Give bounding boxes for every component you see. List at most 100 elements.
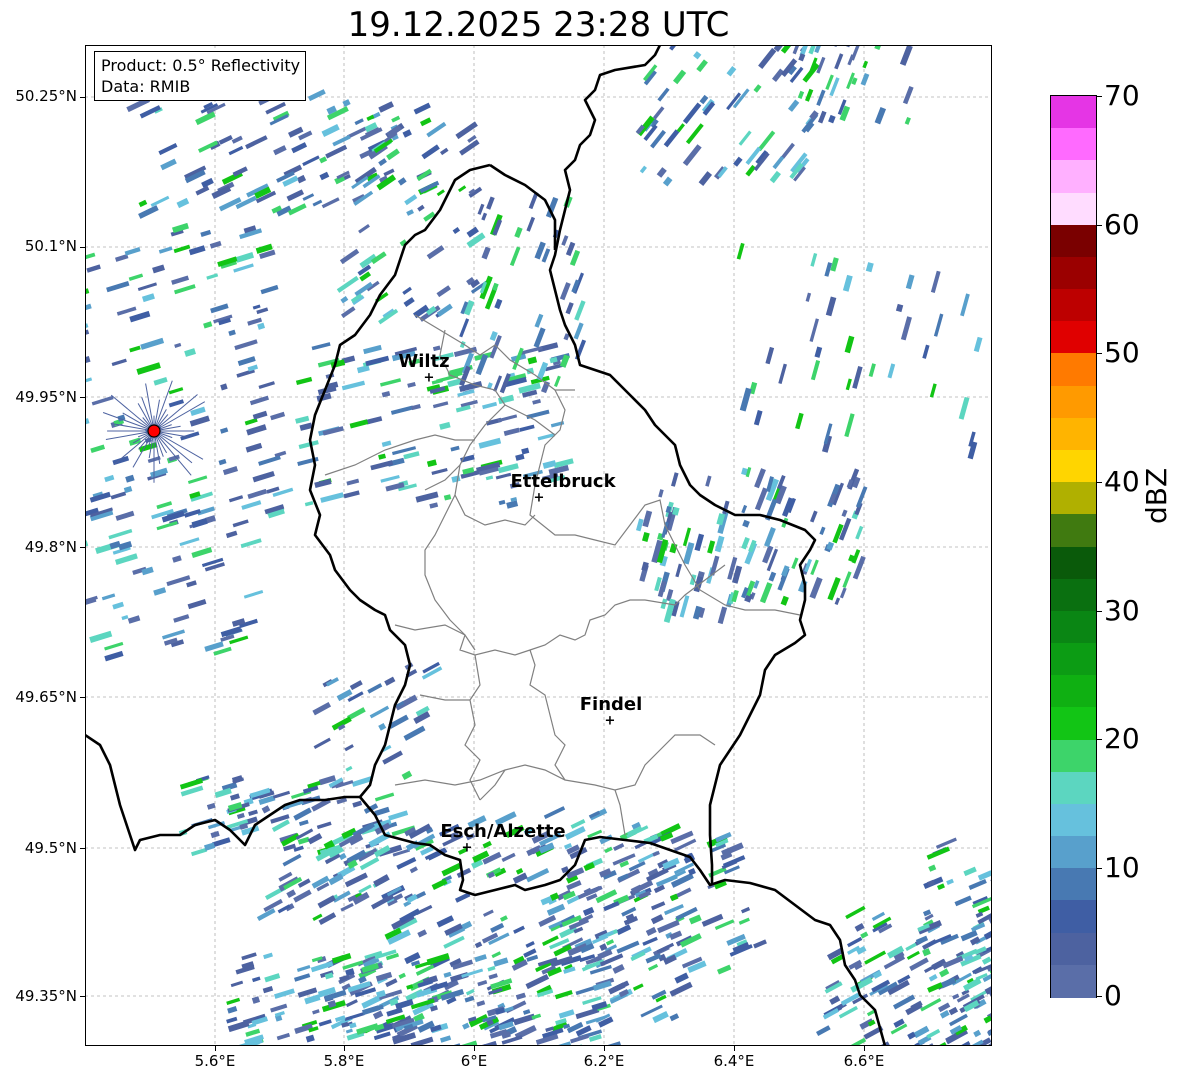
radar-echo-cell bbox=[158, 143, 178, 156]
radar-echo-cell bbox=[179, 537, 200, 547]
lat-label: 49.5°N bbox=[24, 839, 77, 857]
radar-echo-cell bbox=[173, 614, 190, 623]
radar-echo-cell bbox=[312, 701, 332, 716]
radar-echo-cell bbox=[443, 971, 452, 978]
radar-echo-cell bbox=[546, 903, 566, 916]
radar-echo-cell bbox=[406, 209, 414, 216]
city-label-findel: Findel bbox=[579, 694, 643, 715]
radar-echo-cell bbox=[403, 297, 415, 307]
radar-echo-cell bbox=[946, 878, 954, 885]
radar-echo-cell bbox=[514, 226, 523, 238]
radar-echo-cell bbox=[769, 170, 781, 184]
radar-echo-cell bbox=[121, 615, 129, 621]
radar-echo-cell bbox=[245, 442, 263, 453]
radar-echo-cell bbox=[349, 680, 363, 691]
radar-echo-cell bbox=[378, 308, 399, 325]
radar-echo-cell bbox=[778, 363, 787, 385]
radar-echo-cell bbox=[521, 447, 530, 455]
radar-echo-cell bbox=[736, 242, 745, 260]
radar-echo-cell bbox=[352, 800, 363, 808]
radar-echo-cell bbox=[657, 87, 670, 102]
radar-echo-cell bbox=[401, 770, 413, 780]
radar-echo-cell bbox=[173, 244, 191, 254]
radar-echo-cell bbox=[356, 364, 370, 374]
lat-label: 49.65°N bbox=[15, 688, 77, 706]
colorbar-tick bbox=[1096, 868, 1102, 869]
radar-echo-cell bbox=[206, 273, 219, 280]
product-label: Product: 0.5° Reflectivity bbox=[101, 56, 301, 75]
radar-echo-cell bbox=[758, 47, 777, 69]
radar-echo-cell bbox=[426, 459, 437, 468]
colorbar-segment bbox=[1051, 643, 1096, 676]
radar-echo-cell bbox=[189, 415, 210, 427]
radar-echo-cell bbox=[150, 195, 170, 207]
radar-echo-cell bbox=[256, 307, 269, 315]
radar-echo-cell bbox=[245, 1028, 261, 1037]
radar-echo-cell bbox=[293, 807, 312, 821]
radar-echo-cell bbox=[413, 102, 431, 115]
radar-map[interactable] bbox=[85, 45, 992, 1046]
radar-echo-cell bbox=[814, 346, 823, 358]
radar-echo-cell bbox=[662, 176, 673, 187]
radar-echo-cell bbox=[310, 961, 334, 973]
radar-echo-cell bbox=[682, 144, 702, 167]
radar-echo-cell bbox=[954, 895, 972, 907]
city-marker-esch-alzette: + bbox=[461, 840, 473, 856]
radar-echo-cell bbox=[443, 935, 465, 949]
radar-echo-cell bbox=[252, 410, 268, 420]
radar-echo-cell bbox=[464, 995, 475, 1003]
radar-echo-cell bbox=[929, 383, 937, 398]
radar-echo-cell bbox=[481, 246, 491, 260]
radar-echo-cell bbox=[753, 84, 762, 93]
radar-echo-cell bbox=[738, 917, 750, 925]
radar-echo-cell bbox=[525, 941, 535, 948]
radar-echo-cell bbox=[663, 129, 680, 148]
radar-echo-cell bbox=[252, 470, 275, 483]
radar-echo-cell bbox=[429, 502, 439, 509]
radar-echo-cell bbox=[153, 376, 168, 386]
colorbar-segment bbox=[1051, 289, 1096, 322]
radar-echo-cell bbox=[676, 123, 685, 133]
radar-echo-cell bbox=[142, 293, 155, 303]
map-title: 19.12.2025 23:28 UTC bbox=[347, 5, 730, 45]
radar-echo-cell bbox=[431, 878, 448, 890]
radar-echo-cell bbox=[417, 929, 428, 938]
radar-echo-cell bbox=[639, 165, 647, 174]
radar-echo-cell bbox=[85, 303, 92, 314]
radar-echo-cell bbox=[948, 1006, 959, 1016]
radar-echo-cell bbox=[759, 582, 773, 604]
radar-echo-cell bbox=[265, 101, 286, 115]
radar-echo-cell bbox=[436, 915, 455, 928]
lat-tick bbox=[80, 247, 85, 248]
radar-echo-cell bbox=[171, 275, 190, 285]
radar-echo-cell bbox=[127, 615, 141, 624]
radar-echo-cell bbox=[426, 121, 447, 138]
radar-echo-cell bbox=[928, 974, 938, 982]
radar-echo-cell bbox=[417, 204, 425, 212]
radar-echo-cell bbox=[272, 790, 291, 799]
radar-echo-cell bbox=[515, 868, 524, 875]
radar-echo-cell bbox=[832, 45, 842, 47]
radar-echo-cell bbox=[186, 580, 197, 588]
radar-echo-cell bbox=[378, 453, 387, 460]
radar-echo-cell bbox=[616, 940, 640, 954]
radar-echo-cell bbox=[162, 629, 186, 640]
radar-echo-cell bbox=[125, 474, 135, 483]
radar-echo-cell bbox=[409, 866, 418, 874]
radar-site-marker bbox=[147, 424, 161, 438]
lon-tick bbox=[344, 1046, 345, 1051]
radar-echo-cell bbox=[374, 792, 395, 802]
radar-echo-cell bbox=[295, 415, 310, 424]
radar-echo-cell bbox=[336, 275, 359, 293]
colorbar-segment bbox=[1051, 803, 1096, 837]
radar-echo-cell bbox=[354, 118, 364, 126]
radar-echo-cell bbox=[872, 970, 883, 979]
radar-echo-cell bbox=[321, 124, 340, 138]
radar-echo-cell bbox=[926, 846, 950, 860]
radar-echo-cell bbox=[104, 650, 124, 662]
radar-echo-cell bbox=[160, 158, 177, 171]
lon-label: 6.2°E bbox=[583, 1052, 625, 1070]
radar-echo-cell bbox=[235, 252, 255, 263]
radar-echo-cell bbox=[246, 424, 267, 436]
radar-echo-cell bbox=[501, 852, 516, 863]
